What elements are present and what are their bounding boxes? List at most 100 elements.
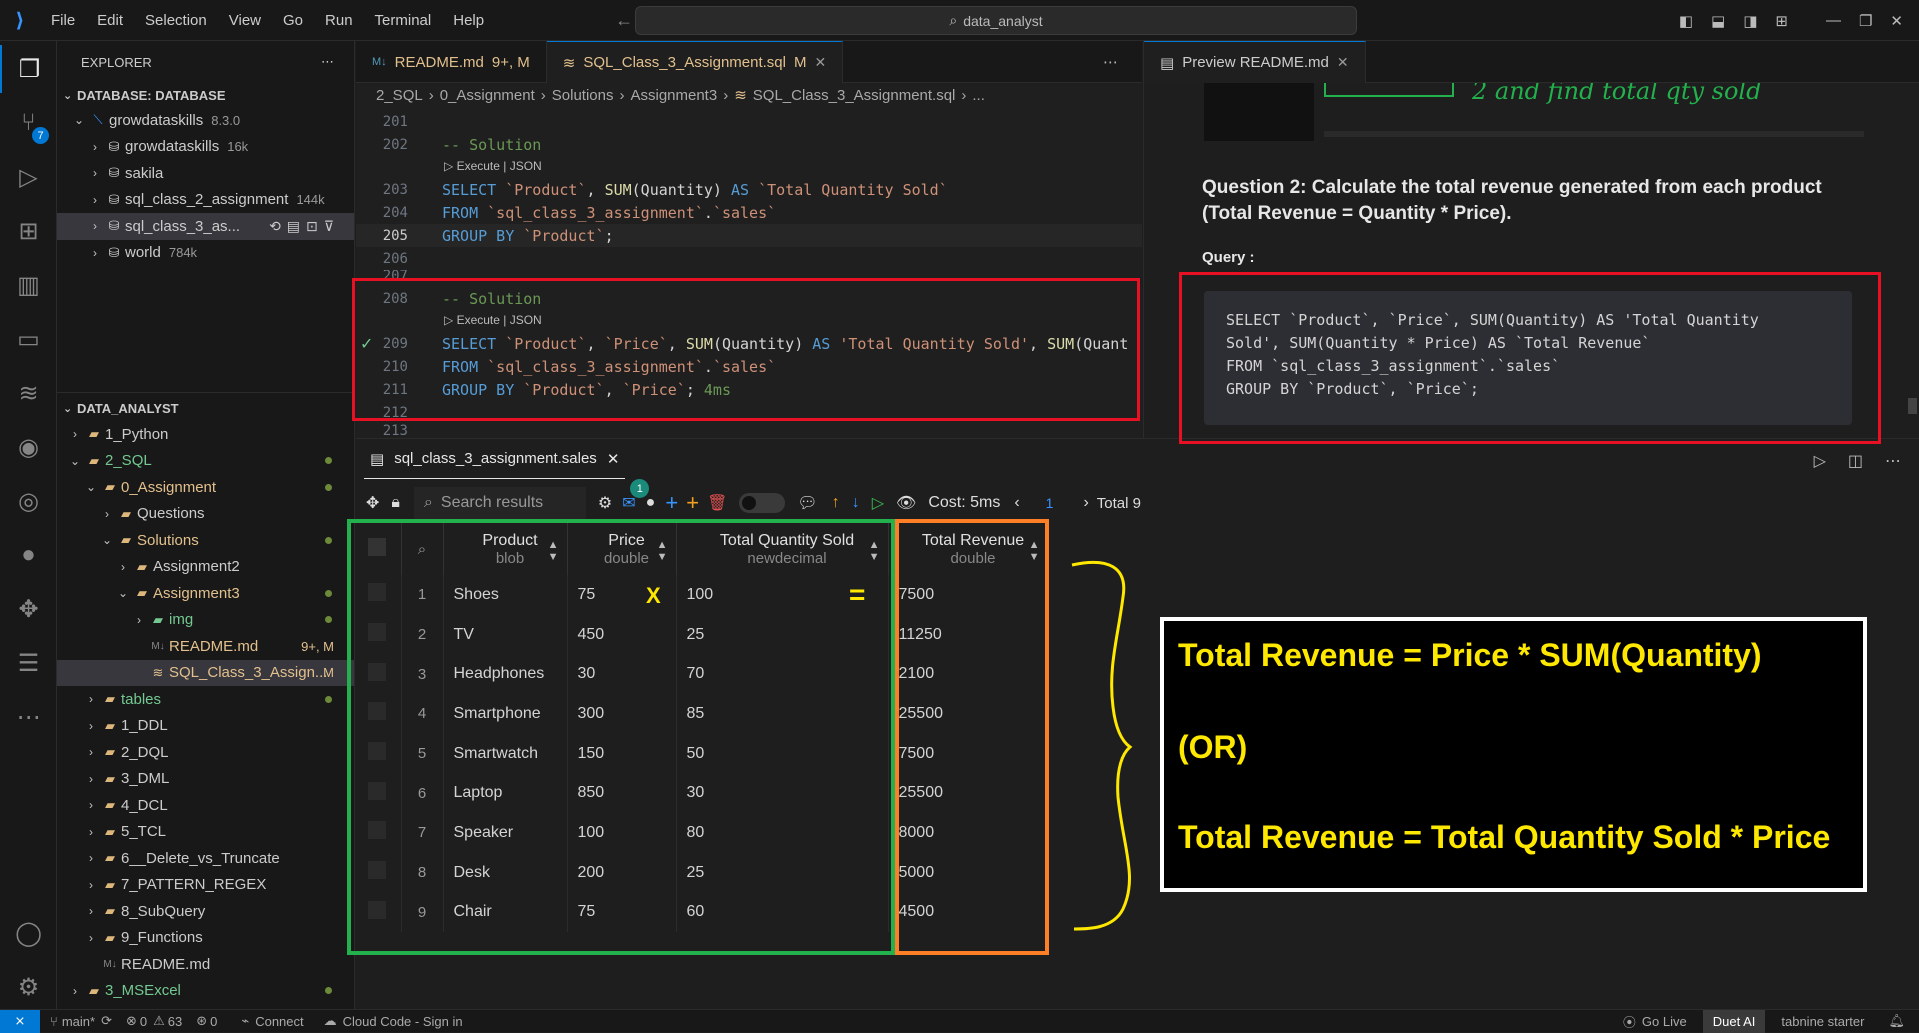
customize-layout-icon[interactable]: ⊞ xyxy=(1775,12,1788,30)
tab-preview[interactable]: ▤ Preview README.md ✕ xyxy=(1144,41,1366,83)
toggle-panel-icon[interactable]: ⬓ xyxy=(1711,12,1725,30)
more-actions-icon[interactable]: ⋯ xyxy=(321,54,334,70)
breadcrumb-item[interactable]: SQL_Class_3_Assignment.sql xyxy=(753,87,956,104)
run-icon[interactable]: ▷ xyxy=(1814,451,1826,471)
connect-label[interactable]: Connect xyxy=(255,1014,303,1029)
remote-icon[interactable]: ⨯ xyxy=(0,1010,40,1033)
breadcrumb-item[interactable]: Assignment3 xyxy=(630,87,717,104)
run-debug-icon[interactable]: ▷ xyxy=(0,153,57,201)
github-icon[interactable]: ● xyxy=(646,494,656,512)
codelens-execute[interactable]: ▷ Execute | JSON xyxy=(444,159,542,173)
prev-page-icon[interactable]: ‹ xyxy=(1014,494,1019,512)
arrow-down-icon[interactable]: ↓ xyxy=(852,494,860,512)
close-window-icon[interactable]: ✕ xyxy=(1890,12,1903,30)
editor-more-icon[interactable]: ⋯ xyxy=(1103,41,1142,82)
settings-gear-icon[interactable]: ⚙ xyxy=(0,963,57,1011)
close-tab-icon[interactable]: ✕ xyxy=(814,54,826,71)
database-icon[interactable]: ≋ xyxy=(0,369,57,417)
menu-view[interactable]: View xyxy=(218,12,272,29)
extensions-icon[interactable]: ⊞ xyxy=(0,207,57,255)
page-number[interactable]: 1 xyxy=(1046,495,1054,511)
file-tree-item[interactable]: ›▰4_DCL xyxy=(57,792,354,819)
breadcrumb-item[interactable]: ... xyxy=(972,87,985,104)
go-live-button[interactable]: Go Live xyxy=(1642,1014,1687,1029)
back-arrow-icon[interactable]: ← xyxy=(615,10,633,31)
delete-icon[interactable]: 🗑︎ xyxy=(707,493,727,513)
command-center-search[interactable]: ⌕ data_analyst xyxy=(635,6,1357,35)
restore-icon[interactable]: ❐ xyxy=(1859,12,1872,30)
file-tree-item[interactable]: ›▰9_Functions xyxy=(57,925,354,952)
tab-sql-file[interactable]: ≋ SQL_Class_3_Assignment.sql M ✕ xyxy=(547,41,843,83)
search-db-icon[interactable]: ◎ xyxy=(0,477,57,525)
notes-icon[interactable]: ☰ xyxy=(0,639,57,687)
breadcrumb-item[interactable]: 0_Assignment xyxy=(440,87,535,104)
breadcrumb-item[interactable]: 2_SQL xyxy=(376,87,423,104)
file-tree-item[interactable]: ›▰Questions xyxy=(57,501,354,528)
more-icon[interactable]: ⋯ xyxy=(0,693,57,741)
toggle-switch[interactable] xyxy=(739,493,785,513)
warning-count[interactable]: 63 xyxy=(168,1014,182,1029)
file-tree-item[interactable]: ⌄▰Solutions xyxy=(57,527,354,554)
file-tree-item[interactable]: ›▰Assignment2 xyxy=(57,554,354,581)
menu-run[interactable]: Run xyxy=(314,12,364,29)
menu-go[interactable]: Go xyxy=(272,12,314,29)
file-tree-item[interactable]: ⌄▰Assignment3 xyxy=(57,580,354,607)
move-icon[interactable]: ✥ xyxy=(366,493,379,513)
file-tree-item[interactable]: ›▰5_TCL xyxy=(57,819,354,846)
comment-icon[interactable]: 💬︎ xyxy=(797,493,817,513)
ports-count[interactable]: 0 xyxy=(210,1014,217,1029)
split-icon[interactable]: ◫ xyxy=(1848,451,1863,471)
menu-selection[interactable]: Selection xyxy=(134,12,218,29)
mail-icon[interactable]: ✉1 xyxy=(622,493,635,513)
run-query-icon[interactable]: ▷ xyxy=(872,493,884,513)
add-icon[interactable]: + xyxy=(686,490,699,516)
cloud-code-label[interactable]: Cloud Code - Sign in xyxy=(343,1014,463,1029)
close-tab-icon[interactable]: ✕ xyxy=(607,450,620,468)
file-tree-item[interactable]: ⌄▰0_Assignment xyxy=(57,474,354,501)
file-tree-item[interactable]: M↓README.md9+, M xyxy=(57,633,354,660)
lock-icon[interactable]: 🔒︎ xyxy=(391,494,400,512)
file-tree-item[interactable]: ›▰8_SubQuery xyxy=(57,898,354,925)
github-icon[interactable]: ● xyxy=(0,531,57,579)
more-icon[interactable]: ⋯ xyxy=(1885,451,1901,471)
file-tree-item[interactable]: ›▰2_DQL xyxy=(57,739,354,766)
menu-terminal[interactable]: Terminal xyxy=(364,12,443,29)
menu-help[interactable]: Help xyxy=(442,12,495,29)
next-page-icon[interactable]: › xyxy=(1083,494,1088,512)
toggle-sidebar-icon[interactable]: ◧ xyxy=(1679,12,1693,30)
eye-icon[interactable]: 👁︎ xyxy=(896,493,916,513)
account-icon[interactable]: ◯ xyxy=(0,909,57,957)
db-item-actions[interactable]: ⟲▤⊡⊽ xyxy=(269,218,340,235)
db-item[interactable]: ›⛁world784k xyxy=(57,240,354,267)
db-item[interactable]: ›⛁growdataskills16k xyxy=(57,134,354,161)
db-item[interactable]: ›⛁sql_class_3_as...⟲▤⊡⊽ xyxy=(57,213,354,240)
tabnine-status[interactable]: tabnine starter xyxy=(1781,1014,1864,1029)
results-search-input[interactable]: ⌕Search results xyxy=(414,487,586,519)
db-item[interactable]: ›⛁sakila xyxy=(57,160,354,187)
file-tree-item[interactable]: M↓README.md xyxy=(57,951,354,978)
git-graph-icon[interactable]: ◉ xyxy=(0,423,57,471)
explorer-icon[interactable]: ❐ xyxy=(0,45,57,93)
bell-icon[interactable]: 🔔︎ xyxy=(1888,1013,1905,1029)
remote-explorer-icon[interactable]: ▭ xyxy=(0,315,57,363)
close-tab-icon[interactable]: ✕ xyxy=(1337,54,1349,71)
db-item[interactable]: ›⛁sql_class_2_assignment144k xyxy=(57,187,354,214)
file-tree-item[interactable]: ›▰7_PATTERN_REGEX xyxy=(57,872,354,899)
breadcrumb-item[interactable]: Solutions xyxy=(552,87,614,104)
minimize-icon[interactable]: — xyxy=(1826,12,1841,29)
menu-edit[interactable]: Edit xyxy=(86,12,134,29)
db-connection-root[interactable]: ⌄⟍growdataskills8.3.0 xyxy=(57,107,354,134)
toggle-secondary-sidebar-icon[interactable]: ◨ xyxy=(1743,12,1757,30)
sync-icon[interactable]: ⟳ xyxy=(101,1013,112,1029)
add-row-icon[interactable]: + xyxy=(665,490,678,516)
tab-readme[interactable]: M↓ README.md 9+, M xyxy=(356,41,547,83)
folder-section-header[interactable]: ⌄DATA_ANALYST xyxy=(57,396,354,420)
gear-icon[interactable]: ⚙ xyxy=(598,493,612,513)
chart-icon[interactable]: ▥ xyxy=(0,261,57,309)
file-tree-item[interactable]: ›▰3_DML xyxy=(57,766,354,793)
file-tree-item[interactable]: ≋SQL_Class_3_Assign...M xyxy=(57,660,354,687)
file-tree-item[interactable]: ›▰6__Delete_vs_Truncate xyxy=(57,845,354,872)
file-tree-item[interactable]: ›▰3_MSExcel xyxy=(57,978,354,1005)
duet-ai-button[interactable]: Duet AI xyxy=(1703,1010,1766,1033)
file-tree-item[interactable]: ›▰1_DDL xyxy=(57,713,354,740)
